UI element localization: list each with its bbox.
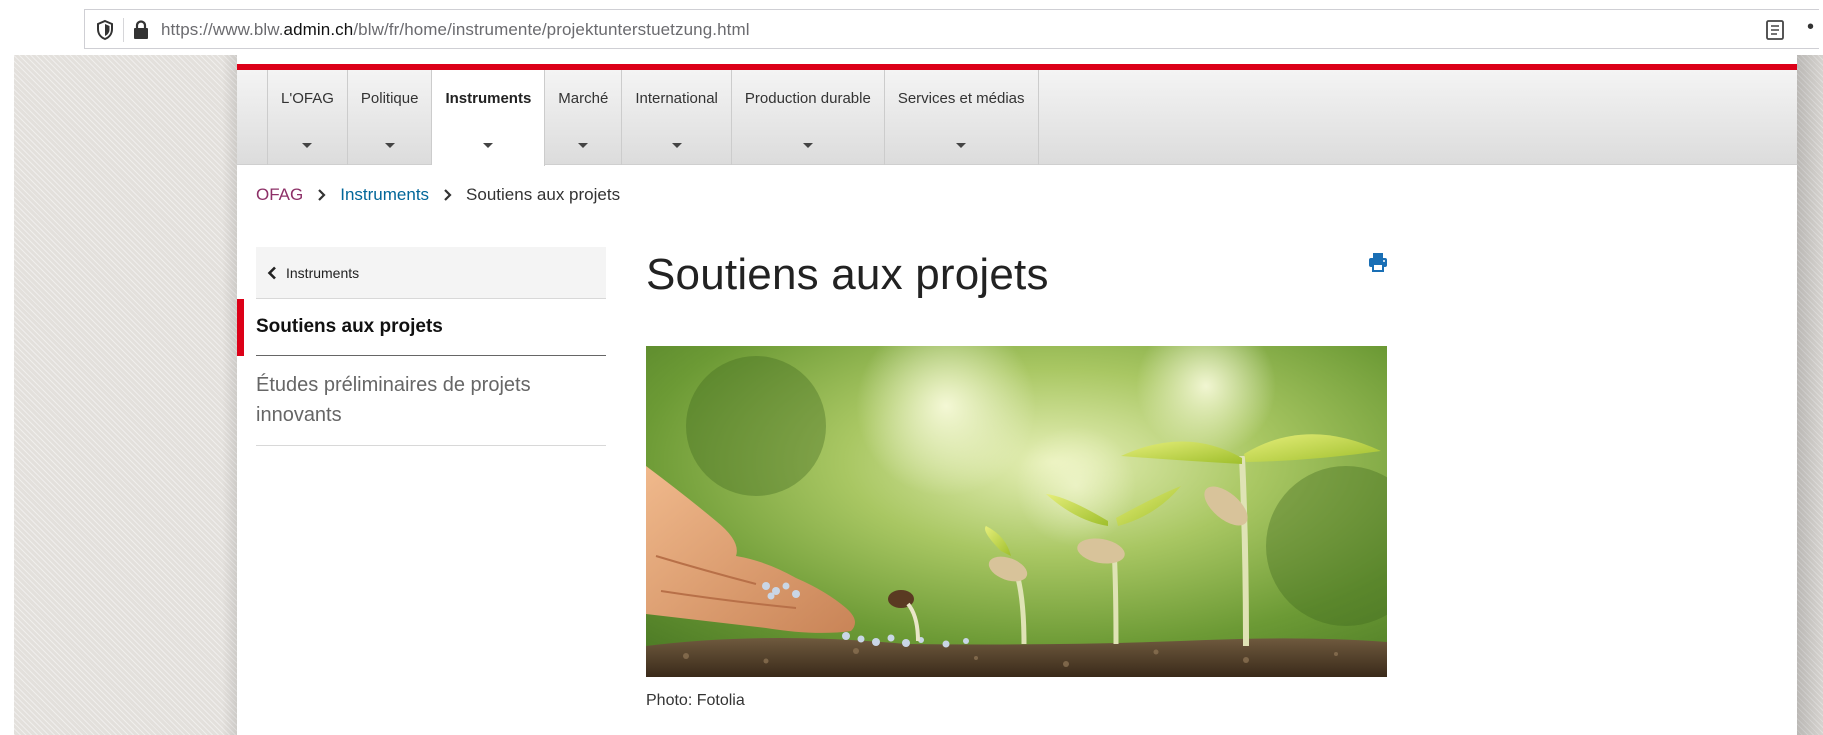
url-path: /blw/fr/home/instrumente/projektunterstu… xyxy=(353,20,750,39)
main-navigation-items: L'OFAG Politique Instruments Marché Inte… xyxy=(267,70,1039,166)
url-domain: admin.ch xyxy=(283,20,354,39)
breadcrumb-parent-link[interactable]: Instruments xyxy=(340,185,429,205)
breadcrumb: OFAG Instruments Soutiens aux projets xyxy=(256,185,620,205)
nav-item-label: L'OFAG xyxy=(281,90,334,107)
image-caption: Photo: Fotolia xyxy=(646,692,745,709)
caret-down-icon xyxy=(671,143,682,148)
page-title: Soutiens aux projets xyxy=(646,250,1049,299)
tracking-shield-icon[interactable] xyxy=(95,19,115,41)
breadcrumb-home-link[interactable]: OFAG xyxy=(256,185,303,205)
lock-icon[interactable] xyxy=(131,19,151,41)
nav-item-international[interactable]: International xyxy=(622,70,732,165)
print-icon[interactable] xyxy=(1367,251,1389,273)
nav-item-label: Services et médias xyxy=(897,90,1025,107)
nav-item-label: Instruments xyxy=(445,90,532,107)
page-container: L'OFAG Politique Instruments Marché Inte… xyxy=(237,55,1797,735)
nav-item-politique[interactable]: Politique xyxy=(348,70,433,165)
nav-item-production-durable[interactable]: Production durable xyxy=(732,70,885,165)
sidebar-item-etudes-preliminaires[interactable]: Études préliminaires de projets innovant… xyxy=(256,356,606,446)
nav-item-label: Production durable xyxy=(744,90,871,107)
reader-view-icon[interactable] xyxy=(1764,18,1786,42)
sidebar-item-active[interactable]: Soutiens aux projets xyxy=(256,299,606,356)
address-bar[interactable]: https://www.blw.admin.ch/blw/fr/home/ins… xyxy=(84,9,1819,49)
browser-toolbar: https://www.blw.admin.ch/blw/fr/home/ins… xyxy=(0,0,1823,55)
caret-down-icon xyxy=(483,143,494,148)
sidebar-active-indicator xyxy=(237,299,244,356)
main-navigation: L'OFAG Politique Instruments Marché Inte… xyxy=(237,70,1797,166)
sidebar-back-label: Instruments xyxy=(286,264,360,281)
nav-item-instruments[interactable]: Instruments xyxy=(432,70,546,166)
breadcrumb-current: Soutiens aux projets xyxy=(466,185,621,204)
caret-down-icon xyxy=(302,143,313,148)
caret-down-icon xyxy=(956,143,967,148)
caret-down-icon xyxy=(578,143,589,148)
caret-down-icon xyxy=(384,143,395,148)
nav-item-ofag[interactable]: L'OFAG xyxy=(267,70,348,165)
url-text[interactable]: https://www.blw.admin.ch/blw/fr/home/ins… xyxy=(161,20,750,40)
chevron-right-icon xyxy=(318,189,326,201)
chevron-right-icon xyxy=(444,189,452,201)
caret-down-icon xyxy=(802,143,813,148)
nav-item-label: Marché xyxy=(558,90,609,107)
hero-image xyxy=(646,346,1387,677)
more-actions-icon[interactable]: • xyxy=(1807,16,1814,39)
nav-item-services-medias[interactable]: Services et médias xyxy=(885,70,1039,165)
page-shadow-right xyxy=(1797,55,1823,735)
seedlings-photo xyxy=(646,346,1387,677)
address-bar-separator xyxy=(123,18,124,42)
url-prefix: https://www.blw. xyxy=(161,20,284,39)
page-shadow-left xyxy=(222,55,238,735)
chevron-left-icon xyxy=(267,266,276,279)
sidebar-back-link[interactable]: Instruments xyxy=(256,247,606,299)
nav-item-marche[interactable]: Marché xyxy=(545,70,623,165)
nav-item-label: Politique xyxy=(360,90,419,107)
nav-item-label: International xyxy=(635,90,718,107)
